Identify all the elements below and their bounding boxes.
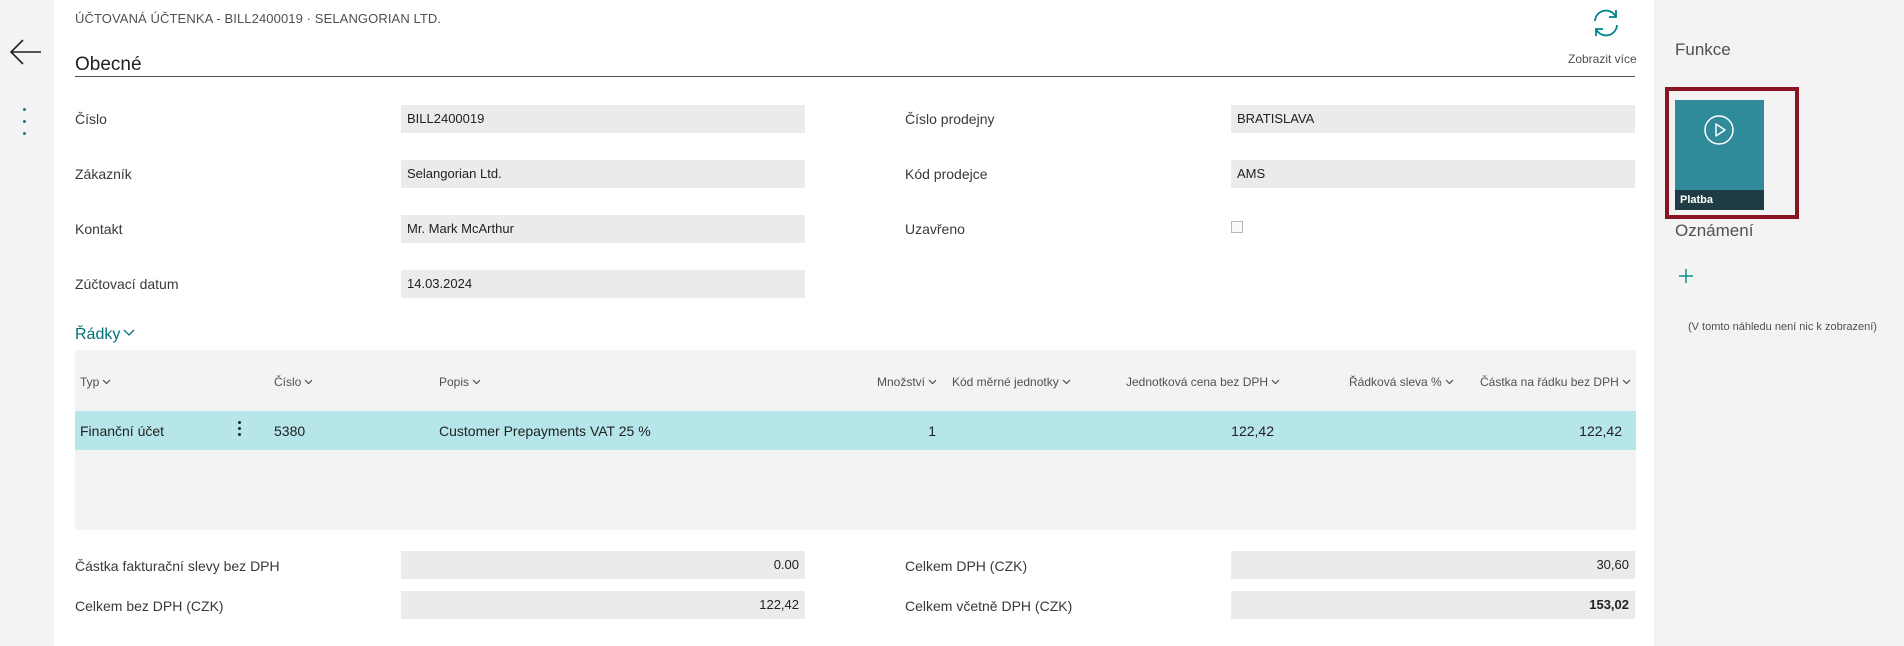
chevron-down-icon bbox=[1622, 374, 1631, 388]
total-vat-field: 30,60 bbox=[1231, 551, 1635, 579]
store-number-field[interactable]: BRATISLAVA bbox=[1231, 105, 1635, 133]
number-field[interactable]: BILL2400019 bbox=[401, 105, 805, 133]
column-header-quantity[interactable]: Množství bbox=[877, 374, 937, 389]
refresh-icon[interactable] bbox=[1589, 6, 1623, 40]
cell-unit-price: 122,42 bbox=[1231, 423, 1274, 439]
posting-date-label: Zúčtovací datum bbox=[75, 276, 179, 292]
add-icon[interactable] bbox=[1676, 266, 1696, 286]
cell-description: Customer Prepayments VAT 25 % bbox=[439, 423, 651, 439]
section-divider bbox=[75, 76, 1635, 77]
chevron-down-icon bbox=[102, 374, 111, 388]
column-header-label: Kód měrné jednotky bbox=[952, 375, 1059, 389]
total-excl-vat-field: 122,42 bbox=[401, 591, 805, 619]
total-incl-vat-label: Celkem včetně DPH (CZK) bbox=[905, 598, 1073, 614]
chevron-down-icon bbox=[472, 374, 481, 388]
chevron-down-icon bbox=[1271, 374, 1280, 388]
cell-number: 5380 bbox=[274, 423, 306, 439]
salesperson-field[interactable]: AMS bbox=[1231, 160, 1635, 188]
functions-title: Funkce bbox=[1675, 40, 1731, 59]
more-options-icon[interactable] bbox=[18, 108, 30, 142]
store-number-label: Číslo prodejny bbox=[905, 111, 995, 127]
cell-amount: 122,42 bbox=[1579, 423, 1622, 439]
salesperson-label: Kód prodejce bbox=[905, 166, 988, 182]
column-header-label: Množství bbox=[877, 375, 926, 389]
lines-grid: Typ Číslo Popis Množství Kód měrné jedno… bbox=[75, 350, 1636, 530]
chevron-down-icon bbox=[1062, 374, 1071, 388]
table-row[interactable]: Finanční účet 5380 Customer Prepayments … bbox=[75, 411, 1636, 450]
column-header-label: Částka na řádku bez DPH bbox=[1480, 375, 1619, 389]
invoice-discount-field[interactable]: 0.00 bbox=[401, 551, 805, 579]
chevron-down-icon bbox=[1445, 374, 1454, 388]
number-label: Číslo bbox=[75, 111, 107, 127]
left-nav-bar bbox=[0, 0, 54, 646]
posting-date-field[interactable]: 14.03.2024 bbox=[401, 270, 805, 298]
column-header-description[interactable]: Popis bbox=[439, 374, 481, 389]
column-header-amount[interactable]: Částka na řádku bez DPH bbox=[1480, 374, 1631, 389]
column-header-label: Číslo bbox=[274, 375, 302, 389]
column-header-unit-price[interactable]: Jednotková cena bez DPH bbox=[1126, 374, 1280, 389]
total-incl-vat-field: 153,02 bbox=[1231, 591, 1635, 619]
contact-field[interactable]: Mr. Mark McArthur bbox=[401, 215, 805, 243]
column-header-label: Typ bbox=[80, 375, 100, 389]
column-header-type[interactable]: Typ bbox=[80, 374, 111, 389]
chevron-down-icon bbox=[928, 374, 937, 388]
cell-quantity: 1 bbox=[928, 423, 936, 439]
empty-state-text: (V tomto náhledu není nic k zobrazení) bbox=[1688, 321, 1877, 333]
focus-highlight-frame bbox=[1665, 87, 1799, 219]
show-more-link[interactable]: Zobrazit více bbox=[1568, 52, 1637, 66]
main-content: ÚČTOVANÁ ÚČTENKA - BILL2400019 · SELANGO… bbox=[54, 0, 1654, 646]
closed-label: Uzavřeno bbox=[905, 221, 965, 237]
invoice-discount-label: Částka fakturační slevy bez DPH bbox=[75, 558, 280, 574]
back-arrow-icon[interactable] bbox=[8, 34, 44, 70]
page-breadcrumb: ÚČTOVANÁ ÚČTENKA - BILL2400019 · SELANGO… bbox=[75, 11, 442, 26]
chevron-down-icon bbox=[304, 374, 313, 388]
column-header-label: Řádková sleva % bbox=[1349, 375, 1442, 389]
closed-checkbox[interactable] bbox=[1231, 221, 1243, 233]
column-header-label: Jednotková cena bez DPH bbox=[1126, 375, 1269, 389]
customer-field[interactable]: Selangorian Ltd. bbox=[401, 160, 805, 188]
column-header-label: Popis bbox=[439, 375, 470, 389]
notices-title: Oznámení bbox=[1675, 221, 1754, 240]
lines-section-toggle[interactable]: Řádky bbox=[75, 324, 135, 344]
section-title-general: Obecné bbox=[75, 54, 142, 75]
customer-label: Zákazník bbox=[75, 166, 132, 182]
column-header-number[interactable]: Číslo bbox=[274, 374, 313, 389]
chevron-down-icon bbox=[123, 324, 135, 342]
row-menu-icon[interactable] bbox=[234, 421, 244, 441]
lines-title: Řádky bbox=[75, 326, 121, 343]
contact-label: Kontakt bbox=[75, 221, 123, 237]
cell-type: Finanční účet bbox=[80, 423, 165, 439]
column-header-uom[interactable]: Kód měrné jednotky bbox=[952, 374, 1071, 389]
total-vat-label: Celkem DPH (CZK) bbox=[905, 558, 1028, 574]
total-excl-vat-label: Celkem bez DPH (CZK) bbox=[75, 598, 224, 614]
column-header-discount[interactable]: Řádková sleva % bbox=[1349, 374, 1454, 389]
